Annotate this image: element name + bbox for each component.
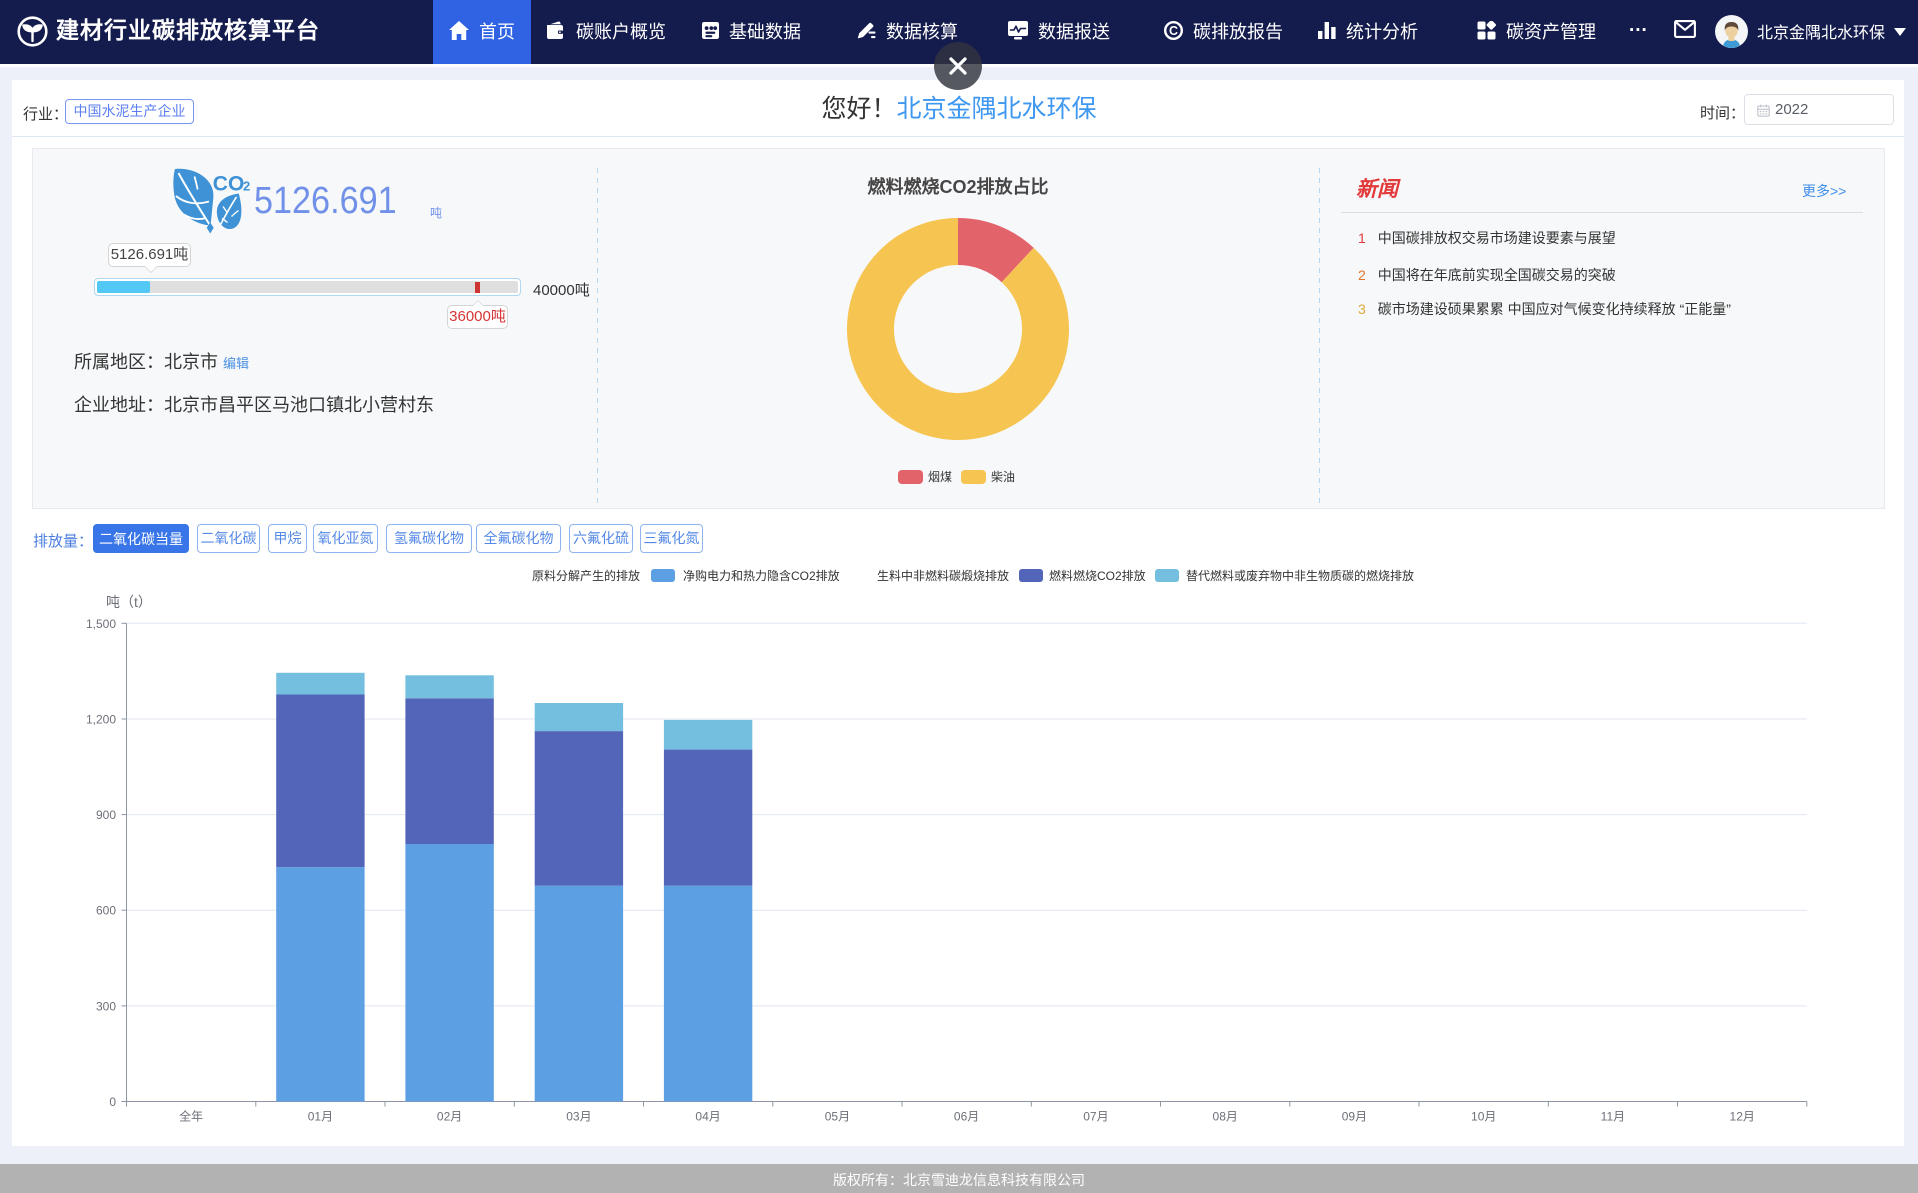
svg-text:1,500: 1,500 (86, 617, 116, 631)
svg-text:600: 600 (96, 904, 116, 918)
svg-text:08月: 08月 (1213, 1110, 1238, 1124)
svg-text:吨（t）: 吨（t） (106, 594, 152, 610)
svg-text:06月: 06月 (954, 1110, 979, 1124)
svg-text:C: C (1169, 24, 1178, 38)
svg-text:CO: CO (213, 173, 245, 196)
svg-text:全年: 全年 (179, 1109, 203, 1124)
svg-text:0: 0 (109, 1095, 116, 1109)
svg-text:02月: 02月 (437, 1110, 462, 1124)
svg-text:900: 900 (96, 808, 116, 822)
svg-text:03月: 03月 (566, 1110, 591, 1124)
svg-text:04月: 04月 (695, 1110, 720, 1124)
svg-text:300: 300 (96, 999, 116, 1013)
svg-text:09月: 09月 (1342, 1110, 1367, 1124)
svg-text:11月: 11月 (1601, 1110, 1625, 1124)
svg-text:05月: 05月 (825, 1110, 850, 1124)
svg-text:2: 2 (243, 179, 250, 194)
svg-text:10月: 10月 (1471, 1110, 1496, 1124)
svg-text:1,200: 1,200 (86, 713, 116, 727)
svg-text:07月: 07月 (1083, 1110, 1108, 1124)
svg-text:01月: 01月 (308, 1110, 333, 1124)
svg-text:12月: 12月 (1730, 1110, 1755, 1124)
